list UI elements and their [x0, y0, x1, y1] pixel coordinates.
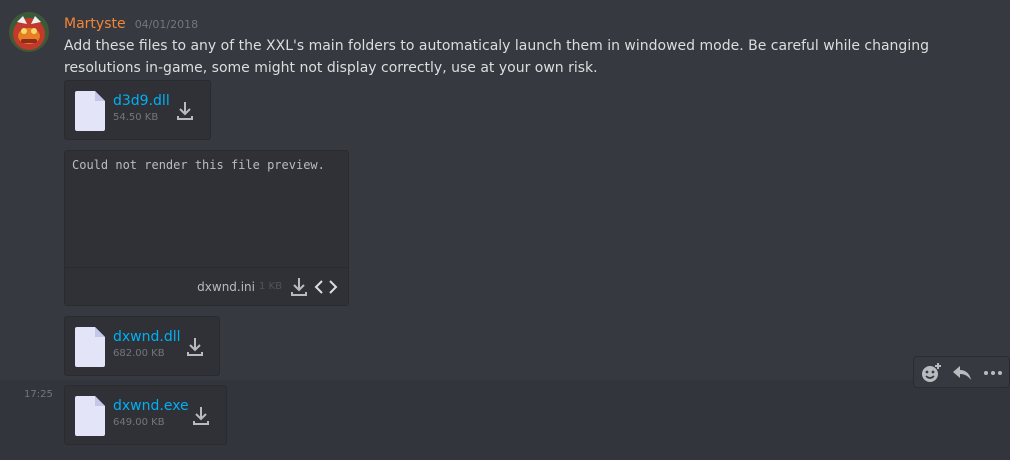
avatar[interactable]	[9, 12, 49, 52]
preview-footer: dxwnd.ini 1 KB	[65, 267, 348, 305]
attachment-size: 649.00 KB	[113, 417, 165, 428]
download-icon[interactable]	[186, 336, 204, 358]
download-icon[interactable]	[192, 405, 210, 427]
attachment-size: 54.50 KB	[113, 112, 159, 123]
username[interactable]: Martyste	[64, 16, 126, 32]
message-text: Add these files to any of the XXL's main…	[64, 38, 929, 76]
reply-icon[interactable]	[950, 361, 974, 385]
file-icon	[75, 327, 105, 367]
attachment-name-link[interactable]: d3d9.dll	[113, 93, 170, 109]
message-timestamp[interactable]: 04/01/2018	[135, 18, 198, 31]
attachment-size: 1 KB	[259, 281, 282, 292]
preview-message: Could not render this file preview.	[72, 158, 325, 172]
followup-timestamp[interactable]: 17:25	[24, 389, 53, 400]
attachment-name-link[interactable]: dxwnd.dll	[113, 329, 181, 345]
attachment-dxwnd-dll: dxwnd.dll 682.00 KB	[64, 316, 220, 376]
attachment-name: dxwnd.ini	[197, 280, 255, 294]
code-view-icon[interactable]	[314, 278, 338, 296]
file-icon	[75, 396, 105, 436]
attachment-d3d9: d3d9.dll 54.50 KB	[64, 80, 211, 140]
attachment-preview-dxwnd-ini: Could not render this file preview. dxwn…	[64, 150, 349, 306]
attachment-size: 682.00 KB	[113, 348, 165, 359]
file-icon	[75, 91, 105, 131]
message-header: Martyste 04/01/2018	[64, 13, 198, 33]
more-icon[interactable]	[981, 361, 1005, 385]
attachment-name-link[interactable]: dxwnd.exe	[113, 398, 189, 414]
attachment-dxwnd-exe: dxwnd.exe 649.00 KB	[64, 385, 227, 445]
add-reaction-icon[interactable]	[919, 361, 943, 385]
download-icon[interactable]	[290, 276, 308, 298]
message-actions-toolbar	[913, 356, 1010, 388]
download-icon[interactable]	[176, 100, 194, 122]
